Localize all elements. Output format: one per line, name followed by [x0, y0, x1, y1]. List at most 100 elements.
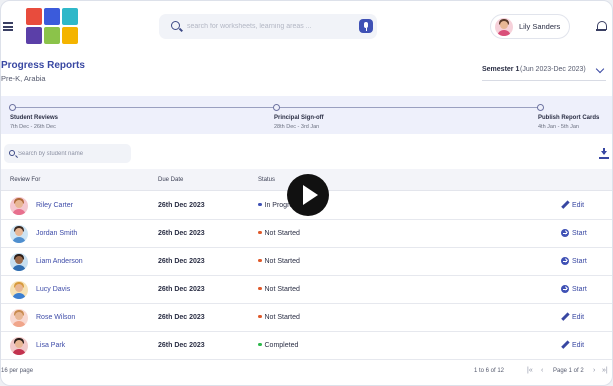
page-indicator: Page 1 of 2	[553, 368, 584, 374]
timeline-step-dot	[9, 104, 16, 111]
avatar-shoulders	[12, 321, 26, 327]
avatar-shoulders	[497, 30, 511, 36]
timeline-step-dot	[273, 104, 280, 111]
semester-dropdown[interactable]: Semester 1 (Jun 2023-Dec 2023)	[482, 64, 606, 81]
status-dot	[258, 202, 262, 206]
global-search-bar	[159, 14, 377, 39]
status-text: Not Started	[264, 314, 300, 321]
global-search-input[interactable]	[187, 19, 337, 34]
table-row: Jordan Smith 26th Dec 2023 Not Started S…	[1, 220, 612, 248]
avatar-face	[15, 284, 23, 292]
app-window: Lily Sanders Progress Reports Pre-K, Ara…	[0, 0, 613, 386]
top-header: Lily Sanders	[1, 1, 612, 51]
action-label: Edit	[572, 342, 585, 349]
due-date: 26th Dec 2023	[158, 202, 205, 209]
action-label: Edit	[572, 202, 585, 209]
status-text: Not Started	[264, 286, 300, 293]
timeline-step-title: Student Reviews	[10, 115, 59, 121]
semester-label: Semester 1	[482, 66, 520, 73]
page-subtitle: Pre-K, Arabia	[1, 74, 46, 83]
student-avatar	[10, 253, 28, 271]
play-button-icon[interactable]	[287, 174, 329, 216]
avatar-shoulders	[12, 349, 26, 355]
due-date: 26th Dec 2023	[158, 230, 205, 237]
arrow-right-circle-icon	[561, 285, 569, 293]
status-dot	[258, 342, 262, 346]
microphone-icon[interactable]	[359, 19, 373, 33]
user-avatar	[495, 18, 513, 36]
pagination-footer: 16 per page 1 to 6 of 12 |« ‹ Page 1 of …	[1, 363, 612, 383]
student-name-link[interactable]: Liam Anderson	[36, 258, 83, 265]
timeline-step-title: Principal Sign-off	[274, 115, 324, 121]
column-header-status: Status	[258, 177, 276, 183]
student-search-bar	[4, 144, 131, 163]
logo-tile	[44, 8, 60, 25]
logo-tile	[44, 27, 60, 44]
table-row: Liam Anderson 26th Dec 2023 Not Started …	[1, 248, 612, 276]
download-icon[interactable]	[599, 148, 609, 159]
last-page-icon[interactable]: »|	[602, 367, 608, 374]
student-search-input[interactable]	[18, 148, 126, 159]
student-name-link[interactable]: Jordan Smith	[36, 230, 77, 237]
review-timeline: Student Reviews 7th Dec - 26th Dec Princ…	[1, 96, 612, 134]
avatar-shoulders	[12, 293, 26, 299]
search-icon	[171, 21, 180, 30]
timeline-step-title: Publish Report Cards	[538, 115, 600, 121]
logo-tile	[26, 27, 42, 44]
status-badge: Not Started	[258, 258, 300, 265]
timeline-step-dot	[537, 104, 544, 111]
hamburger-menu-icon[interactable]	[3, 22, 13, 31]
avatar-face	[15, 256, 23, 264]
pencil-icon	[561, 341, 569, 349]
due-date: 26th Dec 2023	[158, 314, 205, 321]
due-date: 26th Dec 2023	[158, 286, 205, 293]
download-base	[599, 157, 609, 159]
pagination-range: 1 to 6 of 12	[474, 368, 505, 374]
avatar-shoulders	[12, 265, 26, 271]
status-dot	[258, 258, 262, 262]
first-page-icon[interactable]: |«	[527, 367, 533, 374]
student-avatar	[10, 197, 28, 215]
status-badge: Completed	[258, 342, 298, 349]
rows-per-page-select[interactable]: 16 per page	[1, 368, 33, 374]
student-name-link[interactable]: Lisa Park	[36, 342, 65, 349]
arrow-right-circle-icon	[561, 257, 569, 265]
column-header-review-for: Review For	[10, 177, 41, 183]
status-badge: Not Started	[258, 314, 300, 321]
student-name-link[interactable]: Lucy Davis	[36, 286, 70, 293]
student-avatar	[10, 281, 28, 299]
due-date: 26th Dec 2023	[158, 258, 205, 265]
status-dot	[258, 230, 262, 234]
avatar-shoulders	[12, 237, 26, 243]
action-label: Start	[572, 230, 587, 237]
status-text: Not Started	[264, 230, 300, 237]
avatar-shoulders	[12, 209, 26, 215]
logo-tile	[26, 8, 42, 25]
status-text: Completed	[264, 342, 299, 349]
student-name-link[interactable]: Rose Wilson	[36, 314, 75, 321]
brand-logo[interactable]	[26, 8, 78, 44]
notification-bell-icon[interactable]	[596, 21, 607, 31]
student-name-link[interactable]: Riley Carter	[36, 202, 73, 209]
pencil-icon	[561, 313, 569, 321]
status-badge: Not Started	[258, 286, 300, 293]
timeline-step-dates: 28th Dec - 3rd Jan	[274, 124, 320, 130]
page-title: Progress Reports	[1, 60, 85, 71]
table-row: Lisa Park 26th Dec 2023 Completed Edit	[1, 332, 612, 360]
search-icon	[9, 150, 15, 156]
user-profile-chip[interactable]: Lily Sanders	[490, 14, 570, 39]
previous-page-icon[interactable]: ‹	[541, 367, 543, 374]
status-text: Not Started	[264, 258, 300, 265]
student-avatar	[10, 337, 28, 355]
logo-tile	[62, 8, 78, 25]
avatar-face	[15, 200, 23, 208]
due-date: 26th Dec 2023	[158, 342, 205, 349]
status-dot	[258, 314, 262, 318]
student-avatar	[10, 225, 28, 243]
table-row: Lucy Davis 26th Dec 2023 Not Started Sta…	[1, 276, 612, 304]
timeline-step-dates: 4th Jan - 5th Jan	[538, 124, 579, 130]
next-page-icon[interactable]: ›	[593, 367, 595, 374]
chevron-down-icon	[595, 64, 605, 74]
avatar-face	[500, 21, 508, 29]
avatar-face	[15, 340, 23, 348]
